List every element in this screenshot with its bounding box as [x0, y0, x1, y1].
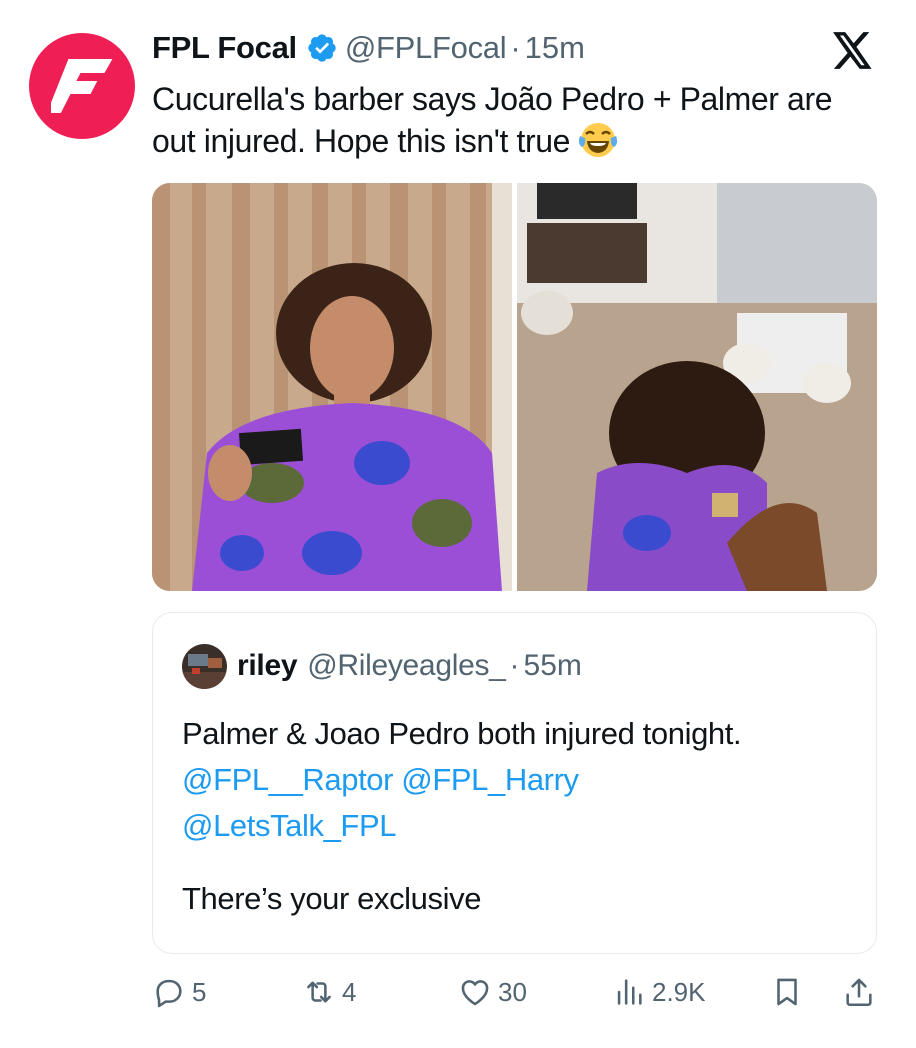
tears-of-joy-emoji-icon [578, 123, 618, 157]
x-logo-icon [833, 32, 872, 69]
reply-button[interactable]: 5 [152, 972, 206, 1012]
tweet-text-body: Cucurella's barber says João Pedro + Pal… [152, 81, 833, 159]
quoted-tweet-header: riley @Rileyeagles_ · 55m [182, 643, 582, 689]
photo-haircut-from-behind-icon [517, 183, 877, 591]
quoted-author-handle[interactable]: @Rileyeagles_ [307, 649, 506, 683]
quoted-tweet-text: Palmer & Joao Pedro both injured tonight… [182, 711, 862, 849]
tweet-text: Cucurella's barber says João Pedro + Pal… [152, 78, 872, 162]
bookmark-icon [777, 978, 797, 1006]
fpl-focal-logo-icon [51, 59, 113, 113]
quoted-timestamp[interactable]: 55m [524, 649, 582, 683]
author-handle[interactable]: @FPLFocal [345, 30, 507, 66]
quoted-avatar-photo-icon [182, 643, 227, 689]
author-avatar[interactable] [29, 33, 135, 139]
media-photo-2[interactable] [517, 183, 877, 591]
views-button[interactable]: 2.9K [612, 972, 706, 1012]
mention-link[interactable]: @FPL__Raptor [182, 762, 393, 797]
repost-count: 4 [342, 976, 357, 1007]
repost-button[interactable]: 4 [302, 972, 356, 1012]
quoted-tweet[interactable]: riley @Rileyeagles_ · 55m Palmer & Joao … [152, 612, 877, 954]
quoted-author-name[interactable]: riley [237, 649, 298, 683]
quoted-text-line: Palmer & Joao Pedro both injured tonight… [182, 716, 742, 751]
bookmark-button[interactable] [770, 972, 810, 1012]
reply-count: 5 [192, 976, 207, 1007]
quoted-author-avatar[interactable] [182, 643, 227, 689]
media-photo-1[interactable] [152, 183, 512, 591]
timestamp[interactable]: 15m [525, 30, 585, 66]
heart-icon [461, 980, 489, 1006]
mention-link[interactable]: @FPL_Harry [401, 762, 579, 797]
tweet-header: FPL Focal @FPLFocal · 15m [152, 30, 585, 66]
mention-link[interactable]: @LetsTalk_FPL [182, 808, 396, 843]
like-button[interactable]: 30 [458, 972, 527, 1012]
tweet-media [152, 183, 877, 591]
share-icon [846, 978, 872, 1007]
separator-dot: · [509, 649, 520, 682]
quoted-text-closing: There’s your exclusive [182, 881, 482, 916]
view-count: 2.9K [652, 976, 706, 1007]
analytics-bar-chart-icon [617, 979, 642, 1005]
share-button[interactable] [842, 972, 882, 1012]
verified-badge-icon [308, 34, 336, 62]
like-count: 30 [498, 976, 527, 1007]
repost-icon [307, 981, 331, 1003]
reply-icon [156, 979, 182, 1008]
tweet-action-bar: 5 4 30 2.9K [152, 972, 877, 1012]
separator-dot: · [510, 30, 521, 65]
author-name[interactable]: FPL Focal [152, 30, 297, 66]
photo-man-with-business-card-icon [152, 183, 512, 591]
